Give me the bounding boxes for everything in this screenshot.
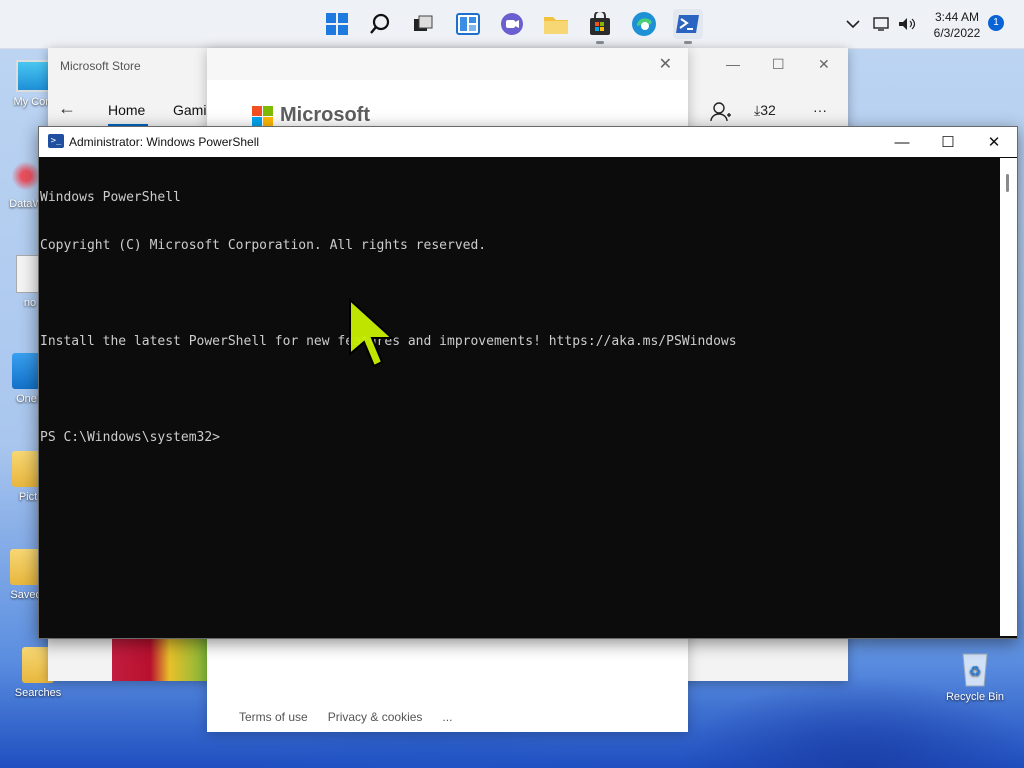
terms-of-use-link[interactable]: Terms of use bbox=[239, 710, 308, 724]
mouse-cursor-icon bbox=[349, 298, 395, 368]
recycle-bin-icon: ♻ bbox=[962, 653, 988, 687]
monitor-icon bbox=[16, 60, 52, 92]
downloads-button[interactable]: ⤓32 bbox=[754, 102, 776, 119]
powershell-title-bar[interactable]: >_ Administrator: Windows PowerShell — ☐… bbox=[39, 127, 1017, 157]
network-icon[interactable] bbox=[873, 0, 891, 48]
maximize-button[interactable]: ☐ bbox=[925, 127, 971, 157]
scrollbar-thumb[interactable] bbox=[1006, 174, 1009, 192]
close-button[interactable]: ✕ bbox=[971, 127, 1017, 157]
folder-icon[interactable] bbox=[541, 9, 571, 39]
powershell-icon: >_ bbox=[48, 134, 64, 148]
dialog-title-bar: ✕ bbox=[207, 48, 688, 80]
maximize-button[interactable]: ☐ bbox=[772, 56, 785, 73]
notification-badge[interactable]: 1 bbox=[988, 15, 1004, 31]
minimize-button[interactable]: — bbox=[726, 56, 740, 72]
desktop-icon-label: Searches bbox=[14, 687, 62, 699]
chat-icon[interactable] bbox=[497, 9, 527, 39]
volume-icon[interactable] bbox=[898, 0, 916, 48]
microsoft-logo-icon bbox=[252, 106, 274, 128]
clock-time: 3:44 AM bbox=[934, 10, 980, 24]
active-indicator bbox=[684, 41, 692, 44]
show-hidden-icons-chevron-icon[interactable] bbox=[846, 0, 860, 48]
desktop-icon-label: Recycle Bin bbox=[945, 691, 1005, 703]
console-line: Windows PowerShell bbox=[40, 190, 181, 205]
system-clock[interactable]: 3:44 AM 6/3/2022 bbox=[922, 9, 992, 41]
svg-text:♻: ♻ bbox=[969, 663, 982, 679]
account-icon[interactable] bbox=[710, 102, 732, 125]
powershell-window-title: Administrator: Windows PowerShell bbox=[69, 135, 260, 149]
console-line: Copyright (C) Microsoft Corporation. All… bbox=[40, 238, 487, 253]
console-scrollbar[interactable] bbox=[1000, 158, 1017, 636]
console-output[interactable]: Windows PowerShell Copyright (C) Microso… bbox=[40, 158, 998, 636]
store-app-tile-art bbox=[112, 633, 208, 681]
privacy-cookies-link[interactable]: Privacy & cookies bbox=[328, 710, 423, 724]
widgets-icon[interactable] bbox=[453, 9, 483, 39]
store-tab-gaming[interactable]: Gami bbox=[173, 102, 206, 118]
search-icon[interactable] bbox=[365, 9, 395, 39]
windows-start-icon[interactable] bbox=[322, 9, 352, 39]
running-indicator bbox=[596, 41, 604, 44]
desktop-icon-recycle-bin[interactable]: ♻ Recycle Bin bbox=[940, 648, 1010, 703]
console-line: Install the latest PowerShell for new fe… bbox=[40, 334, 737, 349]
more-options-button[interactable]: ··· bbox=[813, 102, 827, 118]
edge-icon[interactable] bbox=[629, 9, 659, 39]
taskbar: 3:44 AM 6/3/2022 1 bbox=[0, 0, 1024, 49]
store-window-title: Microsoft Store bbox=[60, 59, 141, 73]
footer-more-button[interactable]: ... bbox=[442, 710, 452, 724]
close-icon[interactable]: ✕ bbox=[659, 54, 672, 74]
dialog-footer: Terms of use Privacy & cookies ... bbox=[239, 710, 452, 724]
close-button[interactable]: ✕ bbox=[818, 56, 830, 73]
powershell-icon[interactable] bbox=[673, 9, 703, 44]
downloads-count: 32 bbox=[760, 102, 776, 118]
clock-date: 6/3/2022 bbox=[933, 26, 981, 40]
powershell-window[interactable]: >_ Administrator: Windows PowerShell — ☐… bbox=[38, 126, 1018, 639]
minimize-button[interactable]: — bbox=[879, 127, 925, 157]
store-icon[interactable] bbox=[585, 9, 615, 44]
store-tab-home[interactable]: Home bbox=[108, 102, 145, 118]
back-arrow-icon[interactable]: ← bbox=[58, 98, 76, 119]
microsoft-wordmark: Microsoft bbox=[280, 104, 370, 126]
console-prompt[interactable]: PS C:\Windows\system32> bbox=[40, 430, 998, 446]
task-view-icon[interactable] bbox=[408, 9, 438, 39]
